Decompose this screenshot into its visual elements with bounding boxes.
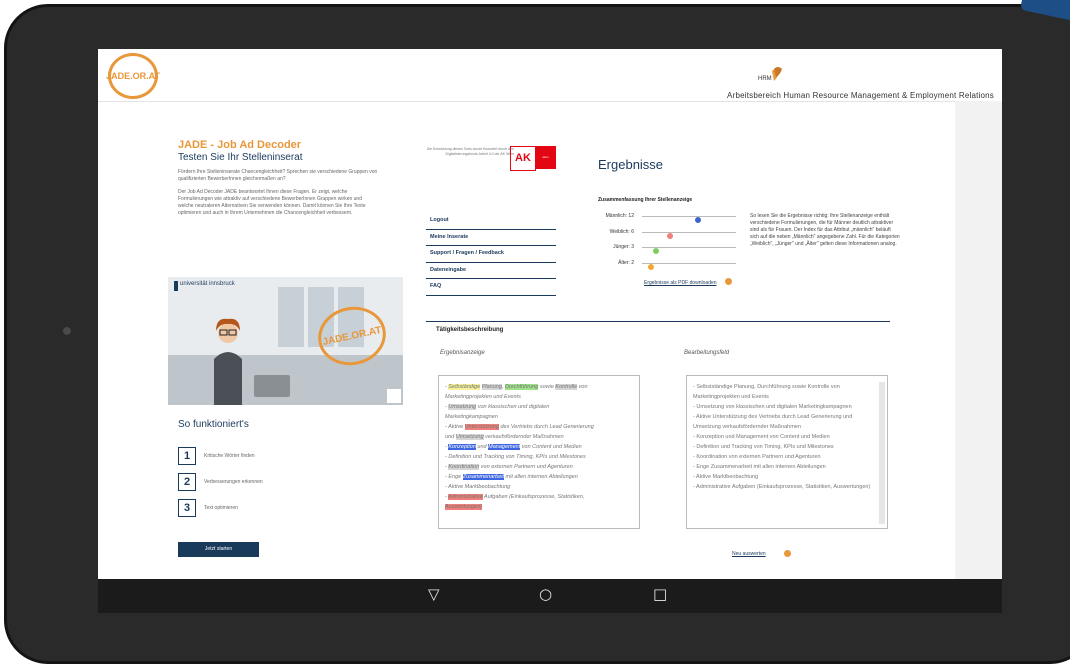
highlight-word: Selbständige [448,384,481,390]
highlighted-result: - Selbständige Planung, Durchführung sow… [438,375,640,529]
step-label: Verbesserungen erkennen [204,479,263,485]
edit-field-header: Bearbeitungsfeld [684,350,730,356]
slider-label: Weiblich: 6 [609,229,634,235]
cartoon-person [214,318,242,405]
step-number: 2 [178,473,196,491]
highlight-word: Kontrolle [555,384,578,390]
menu-item-my-ads[interactable]: Meine Inserate [426,230,556,246]
step-1: 1 Kritische Wörter finden [178,447,378,465]
funding-note: Die Entwicklung dieses Tools wurde finan… [426,147,514,156]
textarea-scrollbar[interactable] [879,382,885,524]
back-icon[interactable]: ▽ [428,585,440,603]
highlight-word: Umsetzung [455,434,484,440]
menu-item-support[interactable]: Support / Fragen / Feedback [426,246,556,263]
university-name: universität innsbruck [180,281,235,287]
ak-logo: AK [510,146,536,171]
jade-logo[interactable]: JADE.OR.AT [106,53,160,99]
side-menu: Logout Meine Inserate Support / Fragen /… [426,213,556,296]
refresh-icon[interactable] [784,550,791,557]
menu-item-logout[interactable]: Logout [426,213,556,230]
recents-icon[interactable]: □ [653,585,667,603]
tablet-screen: JADE.OR.AT HRM Arbeitsbereich Human Reso… [98,49,1002,613]
highlight-word: Durchführung [504,384,539,390]
result-view-header: Ergebnisanzeige [440,350,485,356]
department-title: Arbeitsbereich Human Resource Management… [727,91,994,100]
slider-younger: Jünger: 3 [598,242,738,254]
slider-label: Männlich: 12 [605,213,634,219]
slider-male: Männlich: 12 [598,211,738,223]
page-subtitle: Testen Sie Ihr Stelleninserat [178,152,303,163]
step-3: 3 Text optimieren [178,499,378,517]
slider-dot [653,247,660,254]
intro-paragraph-2: Der Job Ad Decoder JADE beantwortet Ihne… [178,189,366,216]
laptop [254,375,290,397]
ak-wien-logo: wien [535,146,556,169]
reevaluate-link[interactable]: Neu auswerten [732,551,766,557]
slider-dot [648,263,655,270]
explainer-video[interactable]: universität innsbruck JADE.OR.AT [168,277,403,405]
intro-section: JADE - Job Ad Decoder Testen Sie Ihr Ste… [178,139,378,217]
results-explanation: So lesen Sie die Ergebnisse richtig: Ihr… [750,213,900,247]
page-side-shadow [955,101,1002,579]
hrm-logo: HRM [758,67,782,82]
start-button[interactable]: Jetzt starten [178,542,259,557]
intro-paragraph-1: Fördern Ihre Stelleninserate Chancenglei… [178,169,378,182]
slider-track [642,262,736,270]
menu-item-faq[interactable]: FAQ [426,279,556,296]
jade-logo-text: JADE.OR.AT [106,71,160,81]
slider-label: Älter: 2 [618,260,634,266]
slider-track [642,231,736,239]
highlight-word: Planung [481,384,502,390]
download-icon[interactable] [725,278,732,285]
step-label: Kritische Wörter finden [204,453,255,459]
highlight-word: Zusammenarbeit [462,474,505,480]
activity-title: Tätigkeitsbeschreibung [436,327,504,333]
android-nav-bar: ▽ ○ □ [98,579,1002,613]
section-divider [426,321,890,322]
highlight-word: Management [488,444,521,450]
step-label: Text optimieren [204,505,238,511]
highlight-word: Auswertungen) [445,504,482,510]
slider-track [642,215,736,223]
subtitles-icon[interactable] [387,389,401,403]
slider-label: Jünger: 3 [613,244,634,250]
highlight-word: Koordination [448,464,480,470]
header-separator [98,101,1002,102]
slider-dot [695,216,702,223]
jade-stamp-text: JADE.OR.AT [321,324,383,348]
slider-female: Weiblich: 6 [598,227,738,239]
step-2: 2 Verbesserungen erkennen [178,473,378,491]
step-number: 3 [178,499,196,517]
hrm-logo-text: HRM [758,76,772,82]
menu-item-data-entry[interactable]: Dateneingabe [426,263,556,279]
pdf-download-link[interactable]: Ergebnisse als PDF downloaden [644,280,717,286]
page-title: JADE - Job Ad Decoder [178,139,302,151]
slider-track [642,246,736,254]
front-camera [63,327,71,335]
summary-title: Zusammenfassung Ihrer Stellenanzeige [598,197,693,203]
howto-title: So funktioniert's [178,419,249,430]
edit-textarea[interactable]: - Selbstständige Planung, Durchführung s… [686,375,888,529]
highlight-word: Unterstützung [464,424,499,430]
highlight-word: Umsetzung [448,404,477,410]
highlight-word: Administrative [448,494,483,500]
step-number: 1 [178,447,196,465]
highlight-word: Konzeption [448,444,476,450]
results-title: Ergebnisse [598,157,664,172]
university-logo: universität innsbruck [174,281,235,291]
slider-dot [667,232,674,239]
edit-text[interactable]: - Selbstständige Planung, Durchführung s… [693,382,877,492]
home-icon[interactable]: ○ [539,585,552,603]
slider-older: Älter: 2 [598,258,738,270]
